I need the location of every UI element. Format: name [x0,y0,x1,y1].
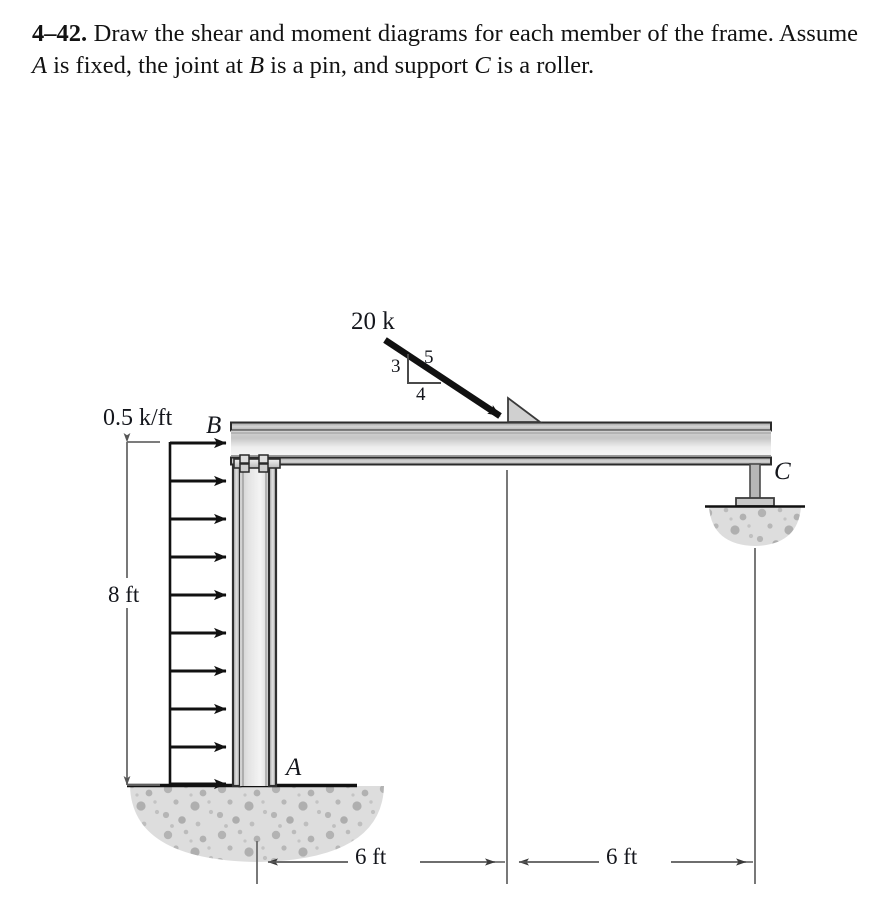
joint-b-bolt-4 [258,463,269,473]
point-load-magnitude-label: 20 k [351,308,395,335]
frame-diagram-svg [123,337,805,884]
beam-top-flange [230,421,772,432]
slope-run-label: 4 [416,384,426,405]
joint-label-c: C [774,458,791,485]
column-right-flange [267,463,278,788]
point-load-20k [383,337,543,423]
distributed-load-arrows [168,437,227,790]
column-left-flange [231,463,242,788]
joint-label-a: A [286,754,302,781]
beam-member-bc [230,421,772,466]
slope-rise-label: 3 [391,356,401,377]
roller-stem [749,463,761,502]
dimension-label-beam-left: 6 ft [355,844,387,869]
slope-hypotenuse-label: 5 [424,347,434,368]
distributed-load-label: 0.5 k/ft [103,405,173,431]
point-load-arrow [383,337,502,419]
roller-base-plate [735,497,775,507]
joint-label-b: B [206,412,222,439]
column-web [240,465,269,786]
joint-b-bolt-3 [239,463,250,473]
column-member-ab [231,463,278,788]
frame-diagram-figure: 20 k 3 5 4 0.5 k/ft B C A 8 ft 6 ft 6 ft [0,0,876,912]
joint-b-bolt-1 [239,454,250,464]
dimension-8ft [123,433,160,786]
bearing-plate-triangle [507,396,543,423]
beam-web [231,430,771,458]
dimension-label-beam-right: 6 ft [606,844,638,869]
joint-b-bolt-2 [258,454,269,464]
dimension-label-column-height: 8 ft [108,582,140,607]
fixed-support-ground-a [127,783,384,862]
beam-bottom-flange [230,456,772,466]
ground-hatch-c [709,507,801,546]
